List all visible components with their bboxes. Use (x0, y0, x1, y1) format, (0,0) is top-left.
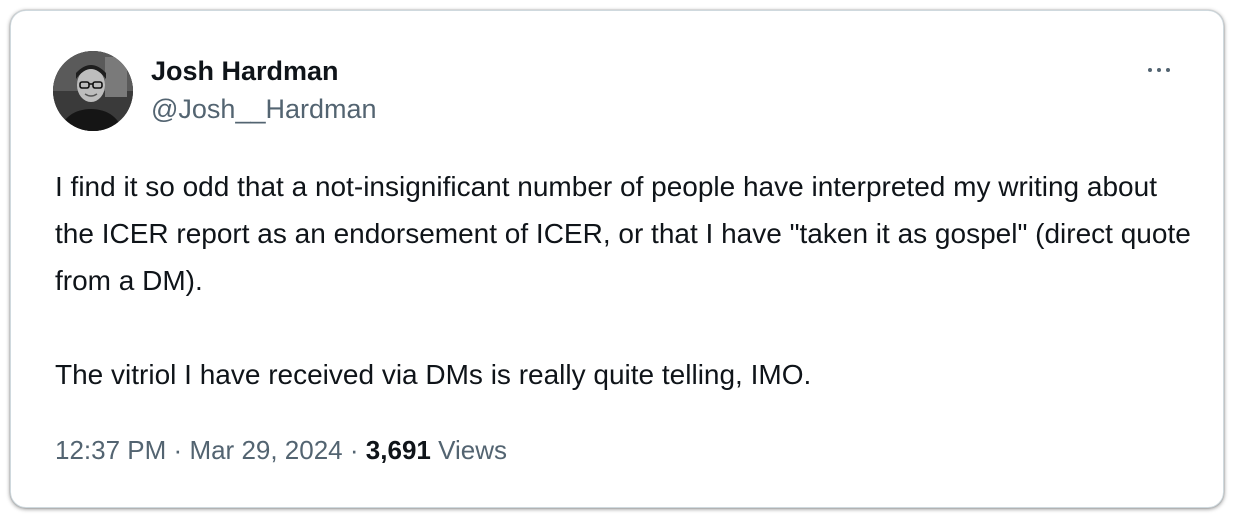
tweet-date[interactable]: Mar 29, 2024 (189, 435, 342, 465)
avatar[interactable] (53, 51, 133, 131)
tweet-card: Josh Hardman @Josh__Hardman I find it so… (10, 10, 1224, 508)
tweet-text: I find it so odd that a not-insignifican… (55, 163, 1195, 398)
author-info: Josh Hardman @Josh__Hardman (151, 55, 377, 126)
ellipsis-icon (1148, 68, 1152, 72)
tweet-meta: 12:37 PM · Mar 29, 2024 · 3,691 Views (55, 433, 507, 467)
ellipsis-icon (1157, 68, 1161, 72)
user-handle[interactable]: @Josh__Hardman (151, 92, 377, 126)
tweet-paragraph: I find it so odd that a not-insignifican… (55, 171, 1191, 296)
ellipsis-icon (1166, 68, 1170, 72)
views-count[interactable]: 3,691 (366, 435, 431, 465)
meta-separator: · (349, 435, 359, 465)
meta-separator: · (173, 435, 183, 465)
tweet-paragraph: The vitriol I have received via DMs is r… (55, 359, 812, 390)
views-label: Views (438, 435, 507, 465)
tweet-time[interactable]: 12:37 PM (55, 435, 166, 465)
display-name[interactable]: Josh Hardman (151, 55, 377, 87)
profile-photo-icon (53, 51, 133, 131)
more-options-button[interactable] (1139, 59, 1179, 81)
